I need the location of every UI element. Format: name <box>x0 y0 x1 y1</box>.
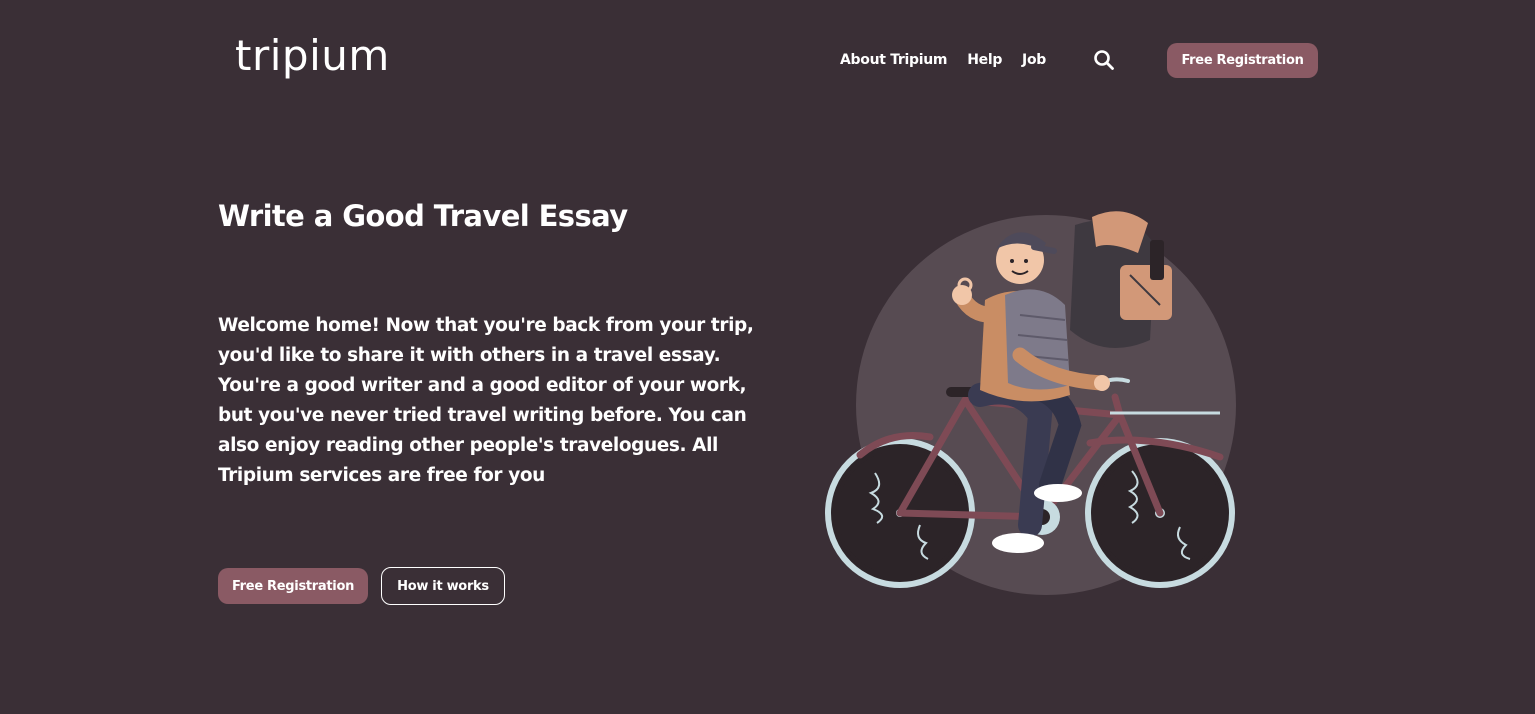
hero-description: Welcome home! Now that you're back from … <box>218 315 754 486</box>
page: tripium About Tripium Help Job Free Regi… <box>0 0 1535 714</box>
hero-title: Write a Good Travel Essay <box>218 199 628 233</box>
nav-help[interactable]: Help <box>967 49 1002 71</box>
free-registration-button[interactable]: Free Registration <box>218 568 368 604</box>
main-nav: About Tripium Help Job <box>840 49 1046 71</box>
header-free-registration-button[interactable]: Free Registration <box>1167 43 1318 78</box>
cyclist-illustration <box>820 205 1270 605</box>
logo[interactable]: tripium <box>235 32 390 80</box>
how-it-works-button[interactable]: How it works <box>381 567 505 605</box>
search-icon[interactable] <box>1093 49 1115 71</box>
nav-job[interactable]: Job <box>1022 49 1046 71</box>
nav-about[interactable]: About Tripium <box>840 49 948 71</box>
